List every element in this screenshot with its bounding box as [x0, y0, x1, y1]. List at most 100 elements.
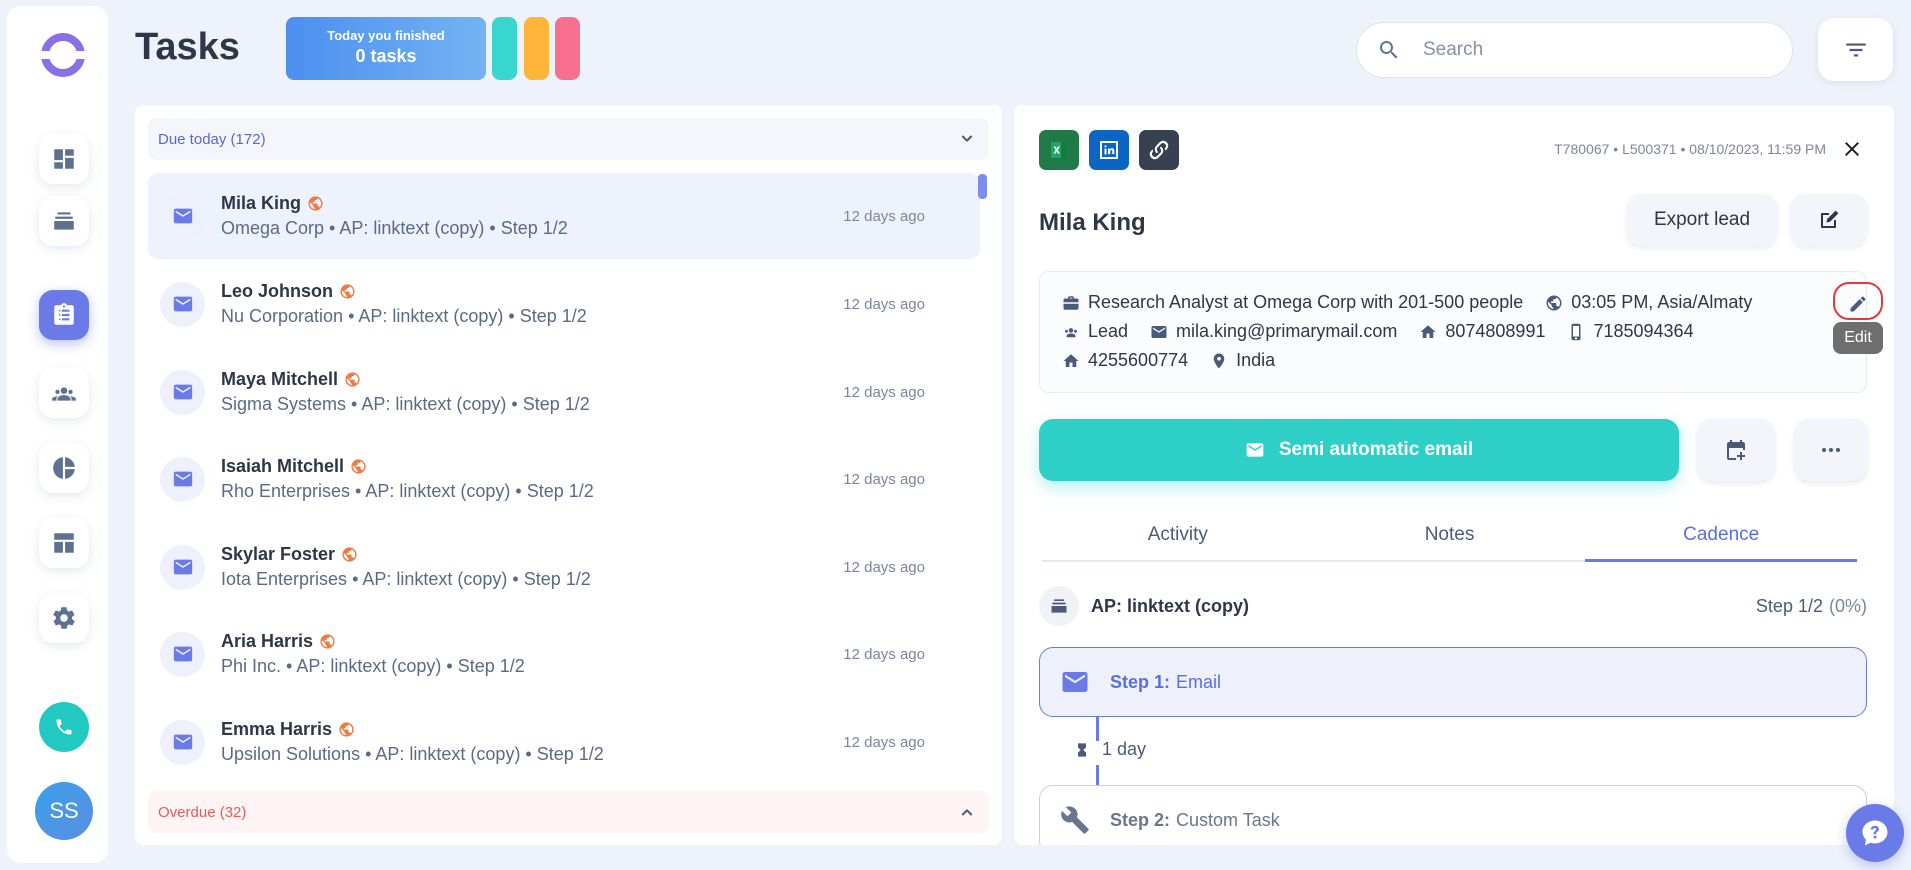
- mail-icon: [1062, 672, 1088, 692]
- task-row[interactable]: Skylar Foster Iota Enterprises • AP: lin…: [148, 524, 980, 610]
- status-pill-teal[interactable]: [492, 17, 517, 80]
- due-today-group[interactable]: Due today (172): [148, 118, 989, 160]
- help-chat-button[interactable]: [1846, 804, 1904, 862]
- lead-mobile[interactable]: 7185094364: [1593, 321, 1693, 342]
- app-logo[interactable]: [38, 30, 88, 80]
- semi-automatic-email-button[interactable]: Semi automatic email: [1039, 419, 1679, 481]
- timezone-globe-icon: [339, 722, 354, 737]
- more-options-button[interactable]: [1795, 419, 1867, 481]
- chevron-down-icon: [961, 135, 973, 142]
- task-time: 12 days ago: [843, 470, 925, 488]
- email-icon: [160, 281, 205, 327]
- task-list-panel: Due today (172) Mila King Omega Corp • A…: [135, 105, 1002, 845]
- linkedin-icon[interactable]: [1089, 130, 1129, 170]
- search-input[interactable]: [1423, 39, 1763, 61]
- excel-icon[interactable]: [1039, 130, 1079, 170]
- sidebar: SS: [7, 6, 108, 863]
- templates-icon[interactable]: [39, 518, 89, 568]
- home-icon: [1420, 324, 1436, 338]
- task-time: 12 days ago: [843, 558, 925, 576]
- task-list-scrollbar[interactable]: [978, 174, 987, 199]
- semi-automatic-email-label: Semi automatic email: [1278, 439, 1474, 460]
- tab-notes[interactable]: Notes: [1314, 512, 1586, 560]
- briefcase-icon: [1063, 295, 1079, 310]
- edit-lead-button[interactable]: [1791, 194, 1867, 246]
- task-time: 12 days ago: [843, 207, 925, 225]
- task-name: Aria Harris: [221, 631, 314, 651]
- cadences-icon[interactable]: [39, 196, 89, 246]
- mail-icon: [1246, 443, 1264, 457]
- cadence-percent: (0%): [1828, 595, 1867, 616]
- step-2-label: Step 2:: [1110, 809, 1171, 830]
- overdue-group[interactable]: Overdue (32): [148, 791, 989, 833]
- calendar-plus-icon: [1727, 440, 1745, 460]
- step-connector: [1096, 765, 1099, 785]
- timezone-globe-icon: [320, 634, 335, 649]
- step-1-label: Step 1:: [1110, 671, 1171, 692]
- lead-status: Lead: [1088, 321, 1129, 341]
- lead-email[interactable]: mila.king@primarymail.com: [1176, 321, 1397, 342]
- task-row[interactable]: Aria Harris Phi Inc. • AP: linktext (cop…: [148, 611, 980, 697]
- task-name: Maya Mitchell: [221, 369, 339, 389]
- mail-icon: [1151, 325, 1167, 338]
- timezone-globe-icon: [345, 372, 360, 387]
- overdue-label: Overdue (32): [158, 803, 247, 821]
- phone-icon[interactable]: [39, 702, 89, 752]
- task-subtitle: Phi Inc. • AP: linktext (copy) • Step 1/…: [221, 656, 525, 676]
- task-name: Skylar Foster: [221, 544, 336, 564]
- lead-phone-2[interactable]: 4255600774: [1088, 350, 1188, 371]
- timezone-globe-icon: [308, 196, 323, 211]
- page-title: Tasks: [135, 26, 240, 68]
- reports-icon[interactable]: [39, 443, 89, 493]
- task-subtitle: Omega Corp • AP: linktext (copy) • Step …: [221, 218, 568, 238]
- lead-local-time: 03:05 PM, Asia/Almaty: [1571, 292, 1753, 312]
- user-avatar[interactable]: SS: [35, 782, 93, 840]
- reschedule-button[interactable]: [1698, 419, 1774, 481]
- lead-home-phone[interactable]: 8074808991: [1445, 321, 1545, 342]
- email-icon: [160, 719, 205, 765]
- hourglass-icon: [1078, 742, 1086, 757]
- task-subtitle: Nu Corporation • AP: linktext (copy) • S…: [221, 306, 587, 326]
- task-row[interactable]: Maya Mitchell Sigma Systems • AP: linkte…: [148, 349, 980, 435]
- task-subtitle: Iota Enterprises • AP: linktext (copy) •…: [221, 569, 591, 589]
- lead-location: India: [1236, 350, 1276, 370]
- email-icon: [160, 193, 205, 239]
- leads-icon[interactable]: [39, 368, 89, 418]
- tasks-icon[interactable]: [39, 290, 89, 340]
- export-lead-button[interactable]: Export lead: [1627, 194, 1777, 246]
- status-pill-pink[interactable]: [555, 17, 580, 80]
- tab-cadence[interactable]: Cadence: [1585, 512, 1857, 562]
- email-icon: [160, 544, 205, 590]
- filter-icon: [1845, 43, 1866, 56]
- dashboard-icon[interactable]: [39, 134, 89, 184]
- task-row[interactable]: Isaiah Mitchell Rho Enterprises • AP: li…: [148, 436, 980, 522]
- step-connector: [1096, 717, 1099, 741]
- filter-button[interactable]: [1818, 18, 1893, 81]
- cadence-step-1[interactable]: Step 1: Email: [1039, 647, 1867, 717]
- tab-activity[interactable]: Activity: [1042, 512, 1314, 560]
- task-subtitle: Sigma Systems • AP: linktext (copy) • St…: [221, 394, 590, 414]
- help-chat-icon: [1862, 820, 1888, 846]
- edit-info-button[interactable]: [1833, 282, 1883, 320]
- status-pill-orange[interactable]: [524, 17, 549, 80]
- edit-square-icon: [1821, 210, 1839, 228]
- close-icon[interactable]: [1840, 137, 1864, 161]
- task-row[interactable]: Emma Harris Upsilon Solutions • AP: link…: [148, 699, 980, 785]
- task-row[interactable]: Mila King Omega Corp • AP: linktext (cop…: [148, 173, 980, 259]
- globe-clock-icon: [1546, 295, 1562, 310]
- task-time: 12 days ago: [843, 645, 925, 663]
- task-time: 12 days ago: [843, 733, 925, 751]
- task-name: Isaiah Mitchell: [221, 456, 345, 476]
- email-icon: [160, 631, 205, 677]
- finished-count: 0 tasks: [355, 46, 417, 66]
- lead-job: Research Analyst at Omega Corp with 201-…: [1088, 292, 1524, 312]
- link-icon[interactable]: [1139, 130, 1179, 170]
- task-name: Emma Harris: [221, 719, 333, 739]
- cadence-icon: [1039, 586, 1079, 626]
- settings-icon[interactable]: [39, 593, 89, 643]
- cadence-step-2[interactable]: Step 2: Custom Task: [1039, 785, 1867, 845]
- task-row[interactable]: Leo Johnson Nu Corporation • AP: linktex…: [148, 261, 980, 347]
- cadence-name[interactable]: AP: linktext (copy): [1091, 596, 1756, 617]
- search-box[interactable]: [1356, 22, 1793, 78]
- mobile-icon: [1571, 323, 1581, 340]
